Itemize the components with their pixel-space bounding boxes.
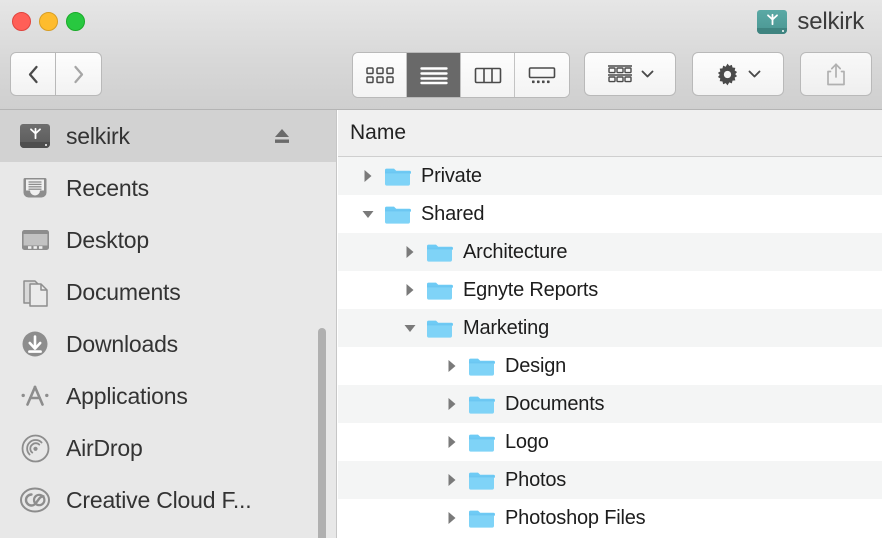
sidebar-item-applications[interactable]: Applications <box>0 370 336 422</box>
column-header[interactable]: Name <box>338 110 882 157</box>
folder-icon <box>426 242 453 263</box>
traffic-lights <box>12 12 85 31</box>
share-icon <box>825 62 847 87</box>
file-name: Architecture <box>463 241 567 264</box>
table-row[interactable]: Photos <box>338 461 882 499</box>
documents-icon <box>18 277 52 307</box>
desktop-icon <box>18 225 52 255</box>
disclosure-triangle-collapsed[interactable] <box>402 282 418 298</box>
disclosure-triangle-expanded[interactable] <box>360 206 376 222</box>
disclosure-triangle-expanded[interactable] <box>402 320 418 336</box>
file-name: Documents <box>505 393 604 416</box>
file-list: Name Private Shared Architecture Egnyte Rep… <box>338 110 882 538</box>
folder-icon <box>426 318 453 339</box>
folder-icon <box>384 166 411 187</box>
table-row[interactable]: Marketing <box>338 309 882 347</box>
file-name: Design <box>505 355 566 378</box>
disclosure-triangle-collapsed[interactable] <box>360 168 376 184</box>
table-row[interactable]: Design <box>338 347 882 385</box>
sidebar-item-label: Recents <box>66 175 149 202</box>
titlebar: selkirk <box>0 0 882 110</box>
file-name: Photoshop Files <box>505 507 645 530</box>
folder-icon <box>468 432 495 453</box>
eject-icon[interactable] <box>272 127 292 145</box>
file-name: Egnyte Reports <box>463 279 598 302</box>
airdrop-icon <box>18 433 52 463</box>
sidebar-item-creative-cloud-files[interactable]: Creative Cloud F... <box>0 474 336 526</box>
folder-icon <box>384 204 411 225</box>
sidebar-item-label: Desktop <box>66 227 149 254</box>
folder-icon <box>468 356 495 377</box>
sidebar-item-recents[interactable]: Recents <box>0 162 336 214</box>
window-title-text: selkirk <box>797 8 864 36</box>
forward-button[interactable] <box>56 52 102 96</box>
zoom-button[interactable] <box>66 12 85 31</box>
folder-icon <box>468 508 495 529</box>
share-button[interactable] <box>800 52 872 96</box>
column-view-button[interactable] <box>461 53 515 97</box>
file-name: Private <box>421 165 482 188</box>
navigation-buttons <box>10 52 102 96</box>
disclosure-triangle-collapsed[interactable] <box>402 244 418 260</box>
creative-cloud-icon <box>18 485 52 515</box>
network-drive-icon <box>18 121 52 151</box>
sidebar-item-desktop[interactable]: Desktop <box>0 214 336 266</box>
chevron-down-icon <box>748 70 761 78</box>
file-name: Marketing <box>463 317 549 340</box>
disclosure-triangle-collapsed[interactable] <box>444 434 460 450</box>
file-rows: Private Shared Architecture Egnyte Reports M… <box>338 157 882 537</box>
list-view-button[interactable] <box>407 53 461 97</box>
sidebar[interactable]: selkirk Recents <box>0 110 337 538</box>
sidebar-item-label: Documents <box>66 279 181 306</box>
group-by-button[interactable] <box>584 52 676 96</box>
action-button[interactable] <box>692 52 784 96</box>
sidebar-item-selkirk[interactable]: selkirk <box>0 110 336 162</box>
sidebar-item-label: AirDrop <box>66 435 143 462</box>
window-title: selkirk <box>757 6 864 38</box>
table-row[interactable]: Private <box>338 157 882 195</box>
downloads-icon <box>18 329 52 359</box>
disclosure-triangle-collapsed[interactable] <box>444 510 460 526</box>
sidebar-item-documents[interactable]: Documents <box>0 266 336 318</box>
back-button[interactable] <box>10 52 56 96</box>
disclosure-triangle-collapsed[interactable] <box>444 472 460 488</box>
sidebar-item-label: Creative Cloud F... <box>66 487 251 514</box>
file-name: Photos <box>505 469 566 492</box>
close-button[interactable] <box>12 12 31 31</box>
folder-icon <box>468 470 495 491</box>
recents-icon <box>18 173 52 203</box>
applications-icon <box>18 381 52 411</box>
sidebar-item-label: Applications <box>66 383 188 410</box>
gear-icon <box>715 62 740 87</box>
network-drive-icon <box>757 10 787 34</box>
finder-window: selkirk <box>0 0 882 538</box>
minimize-button[interactable] <box>39 12 58 31</box>
disclosure-triangle-collapsed[interactable] <box>444 358 460 374</box>
view-mode-switcher <box>352 52 570 98</box>
table-row[interactable]: Photoshop Files <box>338 499 882 537</box>
table-row[interactable]: Shared <box>338 195 882 233</box>
sidebar-item-downloads[interactable]: Downloads <box>0 318 336 370</box>
disclosure-triangle-collapsed[interactable] <box>444 396 460 412</box>
chevron-down-icon <box>641 70 654 78</box>
folder-icon <box>468 394 495 415</box>
file-name: Logo <box>505 431 549 454</box>
sidebar-scrollbar[interactable] <box>318 328 326 538</box>
sidebar-item-label: Downloads <box>66 331 178 358</box>
table-row[interactable]: Logo <box>338 423 882 461</box>
folder-icon <box>426 280 453 301</box>
icon-view-button[interactable] <box>353 53 407 97</box>
file-name: Shared <box>421 203 484 226</box>
sidebar-item-airdrop[interactable]: AirDrop <box>0 422 336 474</box>
table-row[interactable]: Egnyte Reports <box>338 271 882 309</box>
sidebar-item-label: selkirk <box>66 123 130 150</box>
table-row[interactable]: Documents <box>338 385 882 423</box>
table-row[interactable]: Architecture <box>338 233 882 271</box>
gallery-view-button[interactable] <box>515 53 569 97</box>
grid-lines-icon <box>607 64 633 85</box>
column-header-name: Name <box>350 121 406 145</box>
